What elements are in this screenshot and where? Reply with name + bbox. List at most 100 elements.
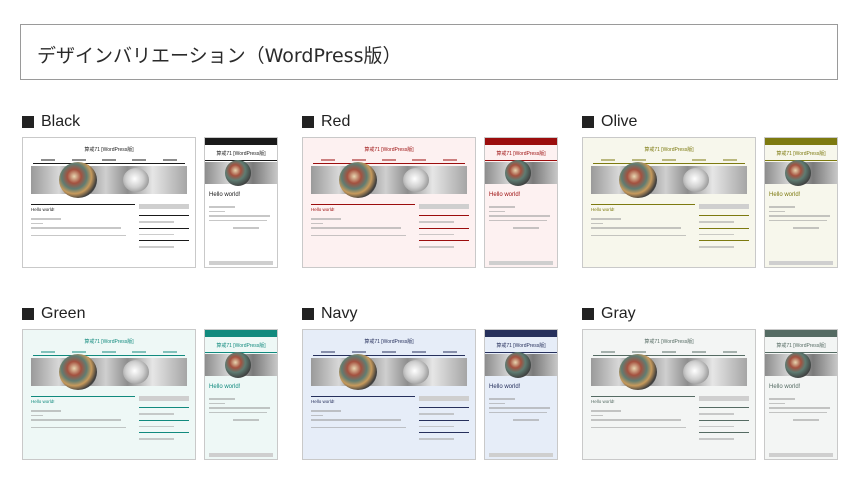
preview-divider (311, 204, 415, 205)
preview-top-bar (205, 330, 277, 337)
preview-nav (593, 349, 745, 356)
preview-site-title: 算戒71 [WordPress版] (84, 147, 134, 153)
preview-post-title: Hello world! (591, 399, 615, 404)
preview-divider (591, 204, 695, 205)
preview-nav (313, 349, 465, 356)
preview-top-bar (205, 138, 277, 145)
preview-divider (311, 396, 415, 397)
preview-hero-image (765, 160, 837, 186)
preview-site-title: 算戒71 [WordPress版] (84, 339, 134, 345)
preview-hero-image (311, 162, 467, 198)
preview-site-title: 算戒71 [WordPress版] (496, 151, 546, 157)
preview-hero-image (765, 352, 837, 378)
preview-text-lines (769, 398, 833, 424)
preview-post-title: Hello world! (489, 192, 521, 198)
preview-divider (31, 396, 135, 397)
variant-label: Gray (601, 305, 636, 322)
smartphone-preview-thumbnail[interactable]: 算戒71 [WordPress版] Hello world! (764, 137, 838, 268)
preview-post-title: Hello world! (31, 399, 55, 404)
preview-nav (313, 157, 465, 164)
preview-hero-image (31, 162, 187, 198)
preview-divider (31, 204, 135, 205)
pc-preview-thumbnail[interactable]: 算戒71 [WordPress版] Hello world! (582, 137, 756, 268)
preview-site-title: 算戒71 [WordPress版] (496, 343, 546, 349)
square-bullet-icon (22, 116, 34, 128)
preview-post-title: Hello world! (489, 384, 521, 390)
variant-card: Navy 算戒71 [WordPress版] Hello world! 算戒71… (302, 304, 560, 464)
preview-top-bar (485, 138, 557, 145)
preview-sidebar (699, 204, 749, 253)
smartphone-preview-thumbnail[interactable]: 算戒71 [WordPress版] Hello world! (204, 329, 278, 460)
variant-label: Red (321, 113, 351, 130)
preview-text-lines (591, 410, 691, 431)
smartphone-preview-thumbnail[interactable]: 算戒71 [WordPress版] Hello world! (484, 329, 558, 460)
preview-post-title: Hello world! (591, 207, 615, 212)
preview-hero-image (591, 162, 747, 198)
square-bullet-icon (22, 308, 34, 320)
preview-text-lines (31, 218, 131, 239)
preview-post-title: Hello world! (31, 207, 55, 212)
preview-site-title: 算戒71 [WordPress版] (364, 147, 414, 153)
variant-label: Olive (601, 113, 638, 130)
preview-hero-image (205, 160, 277, 186)
preview-post-title: Hello world! (769, 384, 801, 390)
preview-divider (591, 396, 695, 397)
preview-post-title: Hello world! (311, 399, 335, 404)
square-bullet-icon (582, 116, 594, 128)
preview-text-lines (489, 398, 553, 424)
preview-site-title: 算戒71 [WordPress版] (364, 339, 414, 345)
pc-preview-thumbnail[interactable]: 算戒71 [WordPress版] Hello world! (582, 329, 756, 460)
smartphone-preview-thumbnail[interactable]: 算戒71 [WordPress版] Hello world! (204, 137, 278, 268)
preview-hero-image (205, 352, 277, 378)
preview-top-bar (765, 138, 837, 145)
preview-text-lines (31, 410, 131, 431)
preview-post-title: Hello world! (769, 192, 801, 198)
preview-site-title: 算戒71 [WordPress版] (216, 343, 266, 349)
preview-post-title: Hello world! (209, 192, 241, 198)
square-bullet-icon (302, 308, 314, 320)
preview-site-title: 算戒71 [WordPress版] (776, 151, 826, 157)
preview-hero-image (31, 354, 187, 390)
variant-card: Green 算戒71 [WordPress版] Hello world! 算戒7… (22, 304, 280, 464)
smartphone-preview-thumbnail[interactable]: 算戒71 [WordPress版] Hello world! (484, 137, 558, 268)
variant-card: Red 算戒71 [WordPress版] Hello world! 算戒71 … (302, 112, 560, 272)
preview-sidebar (419, 396, 469, 445)
square-bullet-icon (302, 116, 314, 128)
preview-text-lines (769, 206, 833, 232)
preview-site-title: 算戒71 [WordPress版] (216, 151, 266, 157)
square-bullet-icon (582, 308, 594, 320)
preview-post-title: Hello world! (311, 207, 335, 212)
preview-text-lines (591, 218, 691, 239)
variant-label: Navy (321, 305, 358, 322)
preview-nav (33, 349, 185, 356)
preview-text-lines (209, 398, 273, 424)
preview-nav (33, 157, 185, 164)
page-title-box: デザインバリエーション（WordPress版） (20, 24, 838, 80)
preview-text-lines (489, 206, 553, 232)
preview-sidebar (139, 396, 189, 445)
preview-nav (593, 157, 745, 164)
preview-hero-image (311, 354, 467, 390)
preview-hero-image (591, 354, 747, 390)
preview-text-lines (311, 410, 411, 431)
preview-site-title: 算戒71 [WordPress版] (644, 147, 694, 153)
preview-sidebar (139, 204, 189, 253)
preview-top-bar (765, 330, 837, 337)
preview-post-title: Hello world! (209, 384, 241, 390)
pc-preview-thumbnail[interactable]: 算戒71 [WordPress版] Hello world! (302, 137, 476, 268)
variant-card: Black 算戒71 [WordPress版] Hello world! 算戒7… (22, 112, 280, 272)
page-title: デザインバリエーション（WordPress版） (37, 45, 402, 67)
preview-site-title: 算戒71 [WordPress版] (776, 343, 826, 349)
preview-top-bar (485, 330, 557, 337)
preview-sidebar (699, 396, 749, 445)
smartphone-preview-thumbnail[interactable]: 算戒71 [WordPress版] Hello world! (764, 329, 838, 460)
pc-preview-thumbnail[interactable]: 算戒71 [WordPress版] Hello world! (22, 329, 196, 460)
preview-text-lines (311, 218, 411, 239)
preview-hero-image (485, 160, 557, 186)
preview-hero-image (485, 352, 557, 378)
preview-sidebar (419, 204, 469, 253)
variant-label: Black (41, 113, 81, 130)
pc-preview-thumbnail[interactable]: 算戒71 [WordPress版] Hello world! (22, 137, 196, 268)
pc-preview-thumbnail[interactable]: 算戒71 [WordPress版] Hello world! (302, 329, 476, 460)
preview-text-lines (209, 206, 273, 232)
